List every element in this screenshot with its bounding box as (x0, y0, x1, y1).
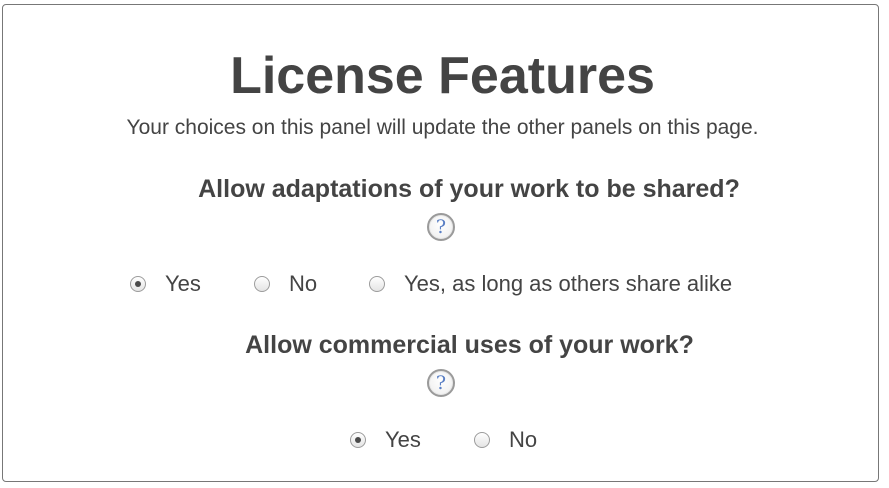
commercial-question: Allow commercial uses of your work? (245, 331, 694, 359)
adaptations-option-no[interactable]: No (254, 270, 317, 298)
commercial-option-no[interactable]: No (474, 426, 537, 454)
adaptations-no-radio[interactable] (254, 276, 270, 292)
commercial-yes-radio[interactable] (350, 432, 366, 448)
page-title: License Features (230, 47, 655, 105)
adaptations-share-alike-radio[interactable] (369, 276, 385, 292)
commercial-no-label: No (509, 427, 538, 452)
adaptations-yes-radio[interactable] (130, 276, 146, 292)
panel-subtitle: Your choices on this panel will update t… (126, 116, 759, 139)
adaptations-option-share-alike[interactable]: Yes, as long as others share alike (369, 270, 732, 298)
adaptations-help-icon[interactable]: ? (427, 213, 455, 241)
adaptations-question: Allow adaptations of your work to be sha… (198, 175, 740, 203)
adaptations-no-label: No (289, 271, 318, 296)
commercial-option-yes[interactable]: Yes (350, 426, 421, 454)
adaptations-option-yes[interactable]: Yes (130, 270, 201, 298)
commercial-help-icon[interactable]: ? (427, 369, 455, 397)
adaptations-share-alike-label: Yes, as long as others share alike (404, 271, 733, 296)
commercial-yes-label: Yes (385, 427, 421, 452)
adaptations-yes-label: Yes (165, 271, 201, 296)
commercial-no-radio[interactable] (474, 432, 490, 448)
